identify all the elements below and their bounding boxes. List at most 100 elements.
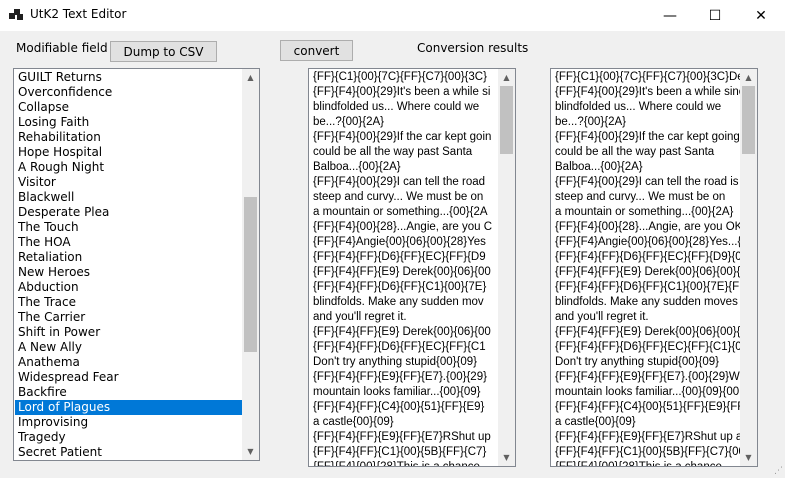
text-line: {FF}{F4}{FF}{E9}{FF}{E7}.{00}{29}Wh xyxy=(555,371,741,383)
text-line: Don't try anything stupid{00}{09} xyxy=(555,356,719,368)
close-button[interactable]: ✕ xyxy=(738,0,784,31)
text-line: {FF}{F4}{FF}{C1}{00}{5B}{FF}{C7} xyxy=(313,446,487,458)
text-line: {FF}{F4}{00}{29}It's been a while si xyxy=(313,86,491,98)
list-item[interactable]: The Trace xyxy=(15,295,245,310)
text-line: {FF}{F4}{FF}{E9}{FF}{E7}.{00}{29} xyxy=(313,371,487,383)
list-item[interactable]: A New Ally xyxy=(15,340,245,355)
text-line: {FF}{F4}{FF}{E9} Derek{00}{06}{00}{ xyxy=(555,326,741,338)
text-line: be...?{00}{2A} xyxy=(555,116,626,128)
text-line: a mountain or something...{00}{2A xyxy=(313,206,488,218)
text-line: {FF}{F4}{FF}{E9} Derek{00}{06}{00 xyxy=(313,326,491,338)
text-line: {FF}{F4}{00}{28}...Angie, are you C xyxy=(313,221,493,233)
text-line: {FF}{F4}{FF}{E9}{FF}{E7}RShut up xyxy=(313,431,491,443)
list-item[interactable]: Anathema xyxy=(15,355,245,370)
text-line: {FF}{F4}Angie{00}{06}{00}{28}Yes xyxy=(313,236,486,248)
list-item[interactable]: Retaliation xyxy=(15,250,245,265)
list-item[interactable]: Visitor xyxy=(15,175,245,190)
text-line: blindfolds. Make any sudden moves xyxy=(555,296,738,308)
modifiable-field-label: Modifiable field xyxy=(16,41,108,55)
list-item[interactable]: Hope Hospital xyxy=(15,145,245,160)
dump-to-csv-button[interactable]: Dump to CSV xyxy=(110,41,217,62)
text-line: could be all the way past Santa xyxy=(313,146,473,158)
list-item[interactable]: Tragedy xyxy=(15,430,245,445)
text-line: {FF}{F4}{FF}{C1}{00}{5B}{FF}{C7}{00 xyxy=(555,446,741,458)
text-line: be...?{00}{2A} xyxy=(313,116,384,128)
text-line: {FF}{F4}{00}{28}This is a chance xyxy=(313,461,480,467)
list-item[interactable]: Overconfidence xyxy=(15,85,245,100)
list-item[interactable]: A Rough Night xyxy=(15,160,245,175)
scroll-down-icon[interactable]: ▼ xyxy=(498,449,515,466)
title-bar[interactable]: UtK2 Text Editor — ☐ ✕ xyxy=(0,0,785,31)
text-line: steep and curvy... We must be on xyxy=(313,191,484,203)
list-item[interactable]: GUILT Returns xyxy=(15,70,245,85)
list-item[interactable]: Losing Faith xyxy=(15,115,245,130)
list-item[interactable]: Desperate Plea xyxy=(15,205,245,220)
window-title: UtK2 Text Editor xyxy=(30,7,127,21)
result-scrollbar[interactable]: ▲ ▼ xyxy=(740,69,757,466)
list-item[interactable]: Widespread Fear xyxy=(15,370,245,385)
list-item[interactable]: Lord of Plagues xyxy=(15,400,245,415)
text-line: {FF}{F4}{00}{28}...Angie, are you OK? xyxy=(555,221,741,233)
list-item[interactable]: Blackwell xyxy=(15,190,245,205)
list-item[interactable]: Improvising xyxy=(15,415,245,430)
list-item[interactable]: Rehabilitation xyxy=(15,130,245,145)
text-line: {FF}{F4}{FF}{C4}{00}{51}{FF}{E9} xyxy=(313,401,485,413)
list-item[interactable]: Shift in Power xyxy=(15,325,245,340)
convert-button[interactable]: convert xyxy=(280,40,353,61)
list-item[interactable]: Backfire xyxy=(15,385,245,400)
text-line: {FF}{F4}{FF}{D6}{FF}{C1}{00}{7E} xyxy=(313,281,487,293)
conversion-results-label: Conversion results xyxy=(417,41,529,55)
text-line: Balboa...{00}{2A} xyxy=(555,161,643,173)
text-line: {FF}{F4}{FF}{C4}{00}{51}{FF}{E9}{FF xyxy=(555,401,741,413)
text-line: {FF}{C1}{00}{7C}{FF}{C7}{00}{3C}De xyxy=(555,71,741,83)
text-line: could be all the way past Santa xyxy=(555,146,715,158)
scroll-up-icon[interactable]: ▲ xyxy=(242,69,259,86)
text-line: blindfolded us... Where could we xyxy=(555,101,722,113)
text-line: {FF}{F4}{00}{29}It's been a while sinc xyxy=(555,86,741,98)
scroll-down-icon[interactable]: ▼ xyxy=(242,443,259,460)
chapter-list[interactable]: GUILT Returns Overconfidence Collapse Losin… xyxy=(13,68,260,461)
list-item[interactable]: The HOA xyxy=(15,235,245,250)
maximize-button[interactable]: ☐ xyxy=(692,0,738,31)
scroll-up-icon[interactable]: ▲ xyxy=(740,69,757,86)
text-line: {FF}{F4}{FF}{D6}{FF}{C1}{00}{7E}{FF xyxy=(555,281,741,293)
text-line: {FF}{F4}{FF}{D6}{FF}{EC}{FF}{D9}{0 xyxy=(555,251,741,263)
close-icon: ✕ xyxy=(755,7,767,24)
result-textbox[interactable]: {FF}{C1}{00}{7C}{FF}{C7}{00}{3C}De {FF}{F… xyxy=(550,68,758,467)
text-line: {FF}{F4}{00}{29}I can tell the road xyxy=(313,176,486,188)
text-line: {FF}{F4}{FF}{E9}{FF}{E7}RShut up an xyxy=(555,431,741,443)
app-icon xyxy=(9,9,23,20)
text-line: {FF}{F4}Angie{00}{06}{00}{28}Yes...{ xyxy=(555,236,741,248)
source-scroll-thumb[interactable] xyxy=(500,86,513,154)
source-textbox[interactable]: {FF}{C1}{00}{7C}{FF}{C7}{00}{3C} {FF}{F4}… xyxy=(308,68,516,467)
text-line: {FF}{F4}{FF}{D6}{FF}{EC}{FF}{D9 xyxy=(313,251,486,263)
text-line: mountain looks familiar...{00}{09} xyxy=(313,386,481,398)
text-line: {FF}{F4}{FF}{D6}{FF}{EC}{FF}{C1 xyxy=(313,341,486,353)
scroll-up-icon[interactable]: ▲ xyxy=(498,69,515,86)
result-scroll-thumb[interactable] xyxy=(742,86,755,154)
text-line: and you'll regret it. xyxy=(313,311,407,323)
list-item[interactable]: New Heroes xyxy=(15,265,245,280)
text-line: Don't try anything stupid{00}{09} xyxy=(313,356,477,368)
list-item[interactable]: Secret Patient xyxy=(15,445,245,460)
text-line: Balboa...{00}{2A} xyxy=(313,161,401,173)
scroll-down-icon[interactable]: ▼ xyxy=(740,449,757,466)
source-scrollbar[interactable]: ▲ ▼ xyxy=(498,69,515,466)
text-line: steep and curvy... We must be on xyxy=(555,191,726,203)
list-item[interactable]: Abduction xyxy=(15,280,245,295)
list-scroll-thumb[interactable] xyxy=(244,197,257,353)
list-item[interactable]: The Touch xyxy=(15,220,245,235)
text-line: {FF}{F4}{00}{28}This is a chance xyxy=(555,461,722,467)
text-line: {FF}{F4}{00}{29}If the car kept goin xyxy=(313,131,492,143)
minimize-icon: — xyxy=(663,7,677,24)
minimize-button[interactable]: — xyxy=(647,0,693,31)
list-scrollbar[interactable]: ▲ ▼ xyxy=(242,69,259,460)
resize-grip-icon[interactable]: ⋰ xyxy=(774,466,783,476)
list-item[interactable]: Collapse xyxy=(15,100,245,115)
list-item[interactable]: The Carrier xyxy=(15,310,245,325)
text-line: blindfolded us... Where could we xyxy=(313,101,480,113)
text-line: mountain looks familiar...{00}{09}{00 xyxy=(555,386,740,398)
text-line: {FF}{F4}{00}{29}If the car kept going xyxy=(555,131,740,143)
text-line: {FF}{F4}{FF}{D6}{FF}{EC}{FF}{C1}{0 xyxy=(555,341,741,353)
text-line: a castle{00}{09} xyxy=(555,416,636,428)
